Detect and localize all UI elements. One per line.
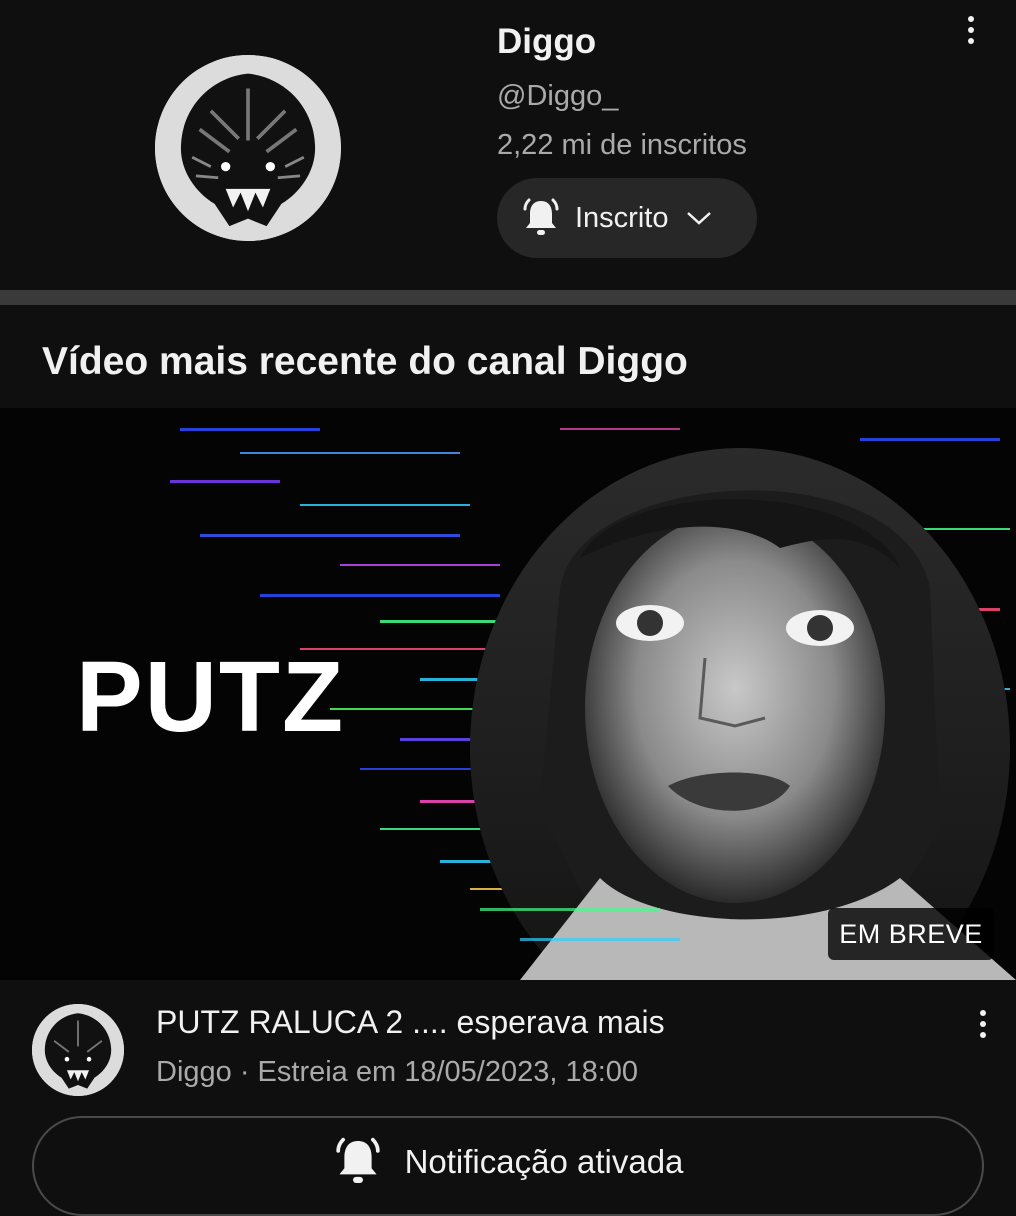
section-title: Vídeo mais recente do canal Diggo (42, 340, 688, 383)
chevron-down-icon (687, 212, 712, 225)
thumbnail-text: PUTZ (76, 641, 346, 753)
video-more-options-icon[interactable] (968, 1010, 998, 1046)
bell-ringing-icon (523, 198, 559, 235)
video-channel-avatar[interactable] (32, 1004, 124, 1096)
section-divider (0, 290, 1016, 305)
monster-face-icon (32, 1004, 124, 1096)
notification-button[interactable]: Notificação ativada (32, 1116, 984, 1216)
subscribed-button[interactable]: Inscrito (497, 178, 757, 258)
subscribed-button-label: Inscrito (575, 201, 669, 234)
channel-handle: @Diggo_ (497, 80, 619, 112)
subscriber-count: 2,22 mi de inscritos (497, 129, 747, 161)
channel-header: Diggo @Diggo_ 2,22 mi de inscritos Inscr… (0, 0, 1016, 290)
video-title[interactable]: PUTZ RALUCA 2 .... esperava mais (156, 1004, 665, 1041)
more-options-icon[interactable] (956, 16, 986, 52)
monster-face-icon (155, 55, 341, 241)
bell-ringing-icon (335, 1137, 380, 1184)
notification-button-label: Notificação ativada (404, 1143, 684, 1180)
video-metadata: Diggo · Estreia em 18/05/2023, 18:00 (156, 1056, 639, 1088)
channel-name: Diggo (497, 22, 597, 61)
coming-soon-badge: EM BREVE (828, 908, 994, 960)
channel-avatar[interactable] (155, 55, 341, 241)
